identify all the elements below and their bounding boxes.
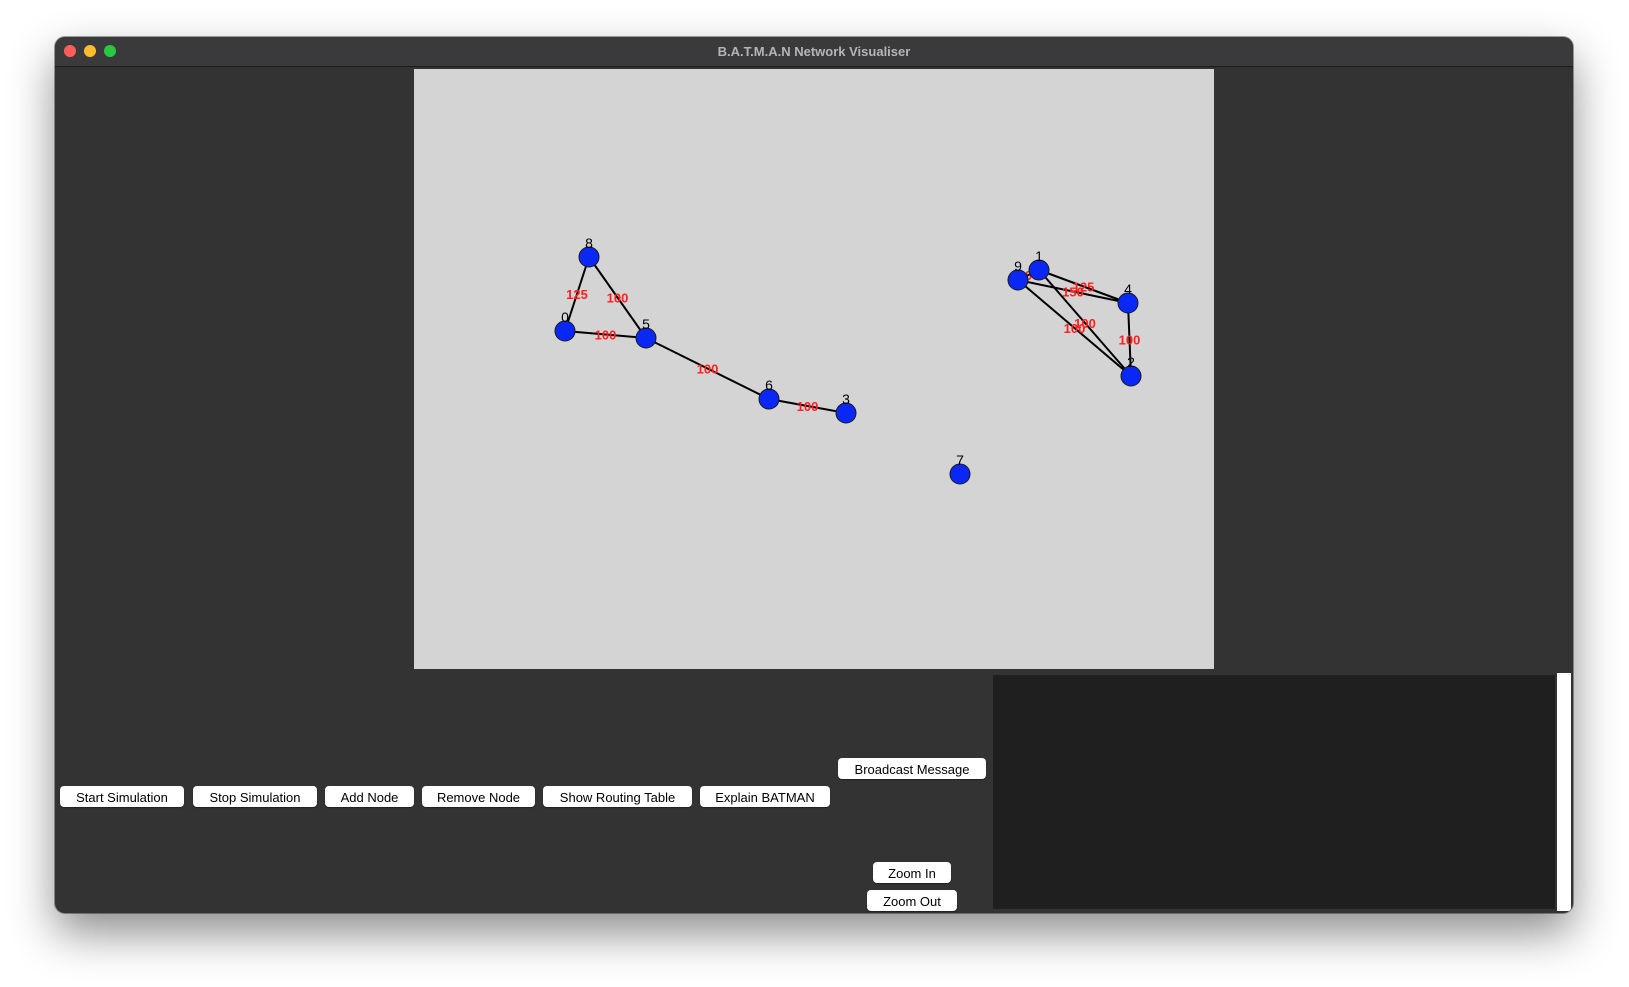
show-routing-table-button[interactable]: Show Routing Table bbox=[543, 786, 692, 807]
log-scrollbar[interactable] bbox=[1557, 673, 1571, 911]
node-label: 0 bbox=[561, 309, 569, 325]
broadcast-message-button[interactable]: Broadcast Message bbox=[838, 758, 986, 779]
zoom-in-button[interactable]: Zoom In bbox=[873, 862, 951, 883]
explain-batman-button[interactable]: Explain BATMAN bbox=[700, 786, 830, 807]
link-cost-label: 100 bbox=[697, 362, 719, 377]
link-cost-label: 100 bbox=[595, 328, 617, 343]
link-cost-label: 100 bbox=[607, 291, 629, 306]
node-label: 7 bbox=[956, 452, 964, 468]
link-cost-label: 100 bbox=[797, 399, 819, 414]
node-label: 4 bbox=[1124, 281, 1132, 297]
title-bar: B.A.T.M.A.N Network Visualiser bbox=[55, 37, 1573, 67]
link-cost-label: 125 bbox=[566, 287, 588, 302]
remove-node-button[interactable]: Remove Node bbox=[422, 786, 535, 807]
network-canvas[interactable]: 125 100 100 100 100 100 125 150 100 100 100 0 1 2 3 4 5 6… bbox=[414, 69, 1214, 669]
stop-simulation-button[interactable]: Stop Simulation bbox=[193, 786, 317, 807]
node-label: 8 bbox=[585, 235, 593, 251]
node-label: 6 bbox=[765, 377, 773, 393]
network-graph[interactable]: 125 1001001001001001251501001001000123456… bbox=[414, 69, 1214, 669]
zoom-out-button[interactable]: Zoom Out bbox=[867, 890, 957, 911]
add-node-button[interactable]: Add Node bbox=[325, 786, 414, 807]
window-title: B.A.T.M.A.N Network Visualiser bbox=[717, 44, 911, 59]
link-cost-label: 100 bbox=[1119, 333, 1141, 348]
start-simulation-button[interactable]: Start Simulation bbox=[60, 786, 184, 807]
log-output-panel[interactable] bbox=[993, 675, 1555, 909]
node-label: 3 bbox=[842, 391, 850, 407]
link-cost-label: 150 bbox=[1062, 285, 1084, 300]
node-label: 9 bbox=[1014, 258, 1022, 274]
node-label: 5 bbox=[642, 316, 650, 332]
link-cost-label: 100 bbox=[1064, 321, 1086, 336]
node-label: 2 bbox=[1127, 354, 1135, 370]
node-label: 1 bbox=[1035, 248, 1043, 264]
app-window: B.A.T.M.A.N Network Visualiser 125 100 100… bbox=[55, 37, 1573, 913]
